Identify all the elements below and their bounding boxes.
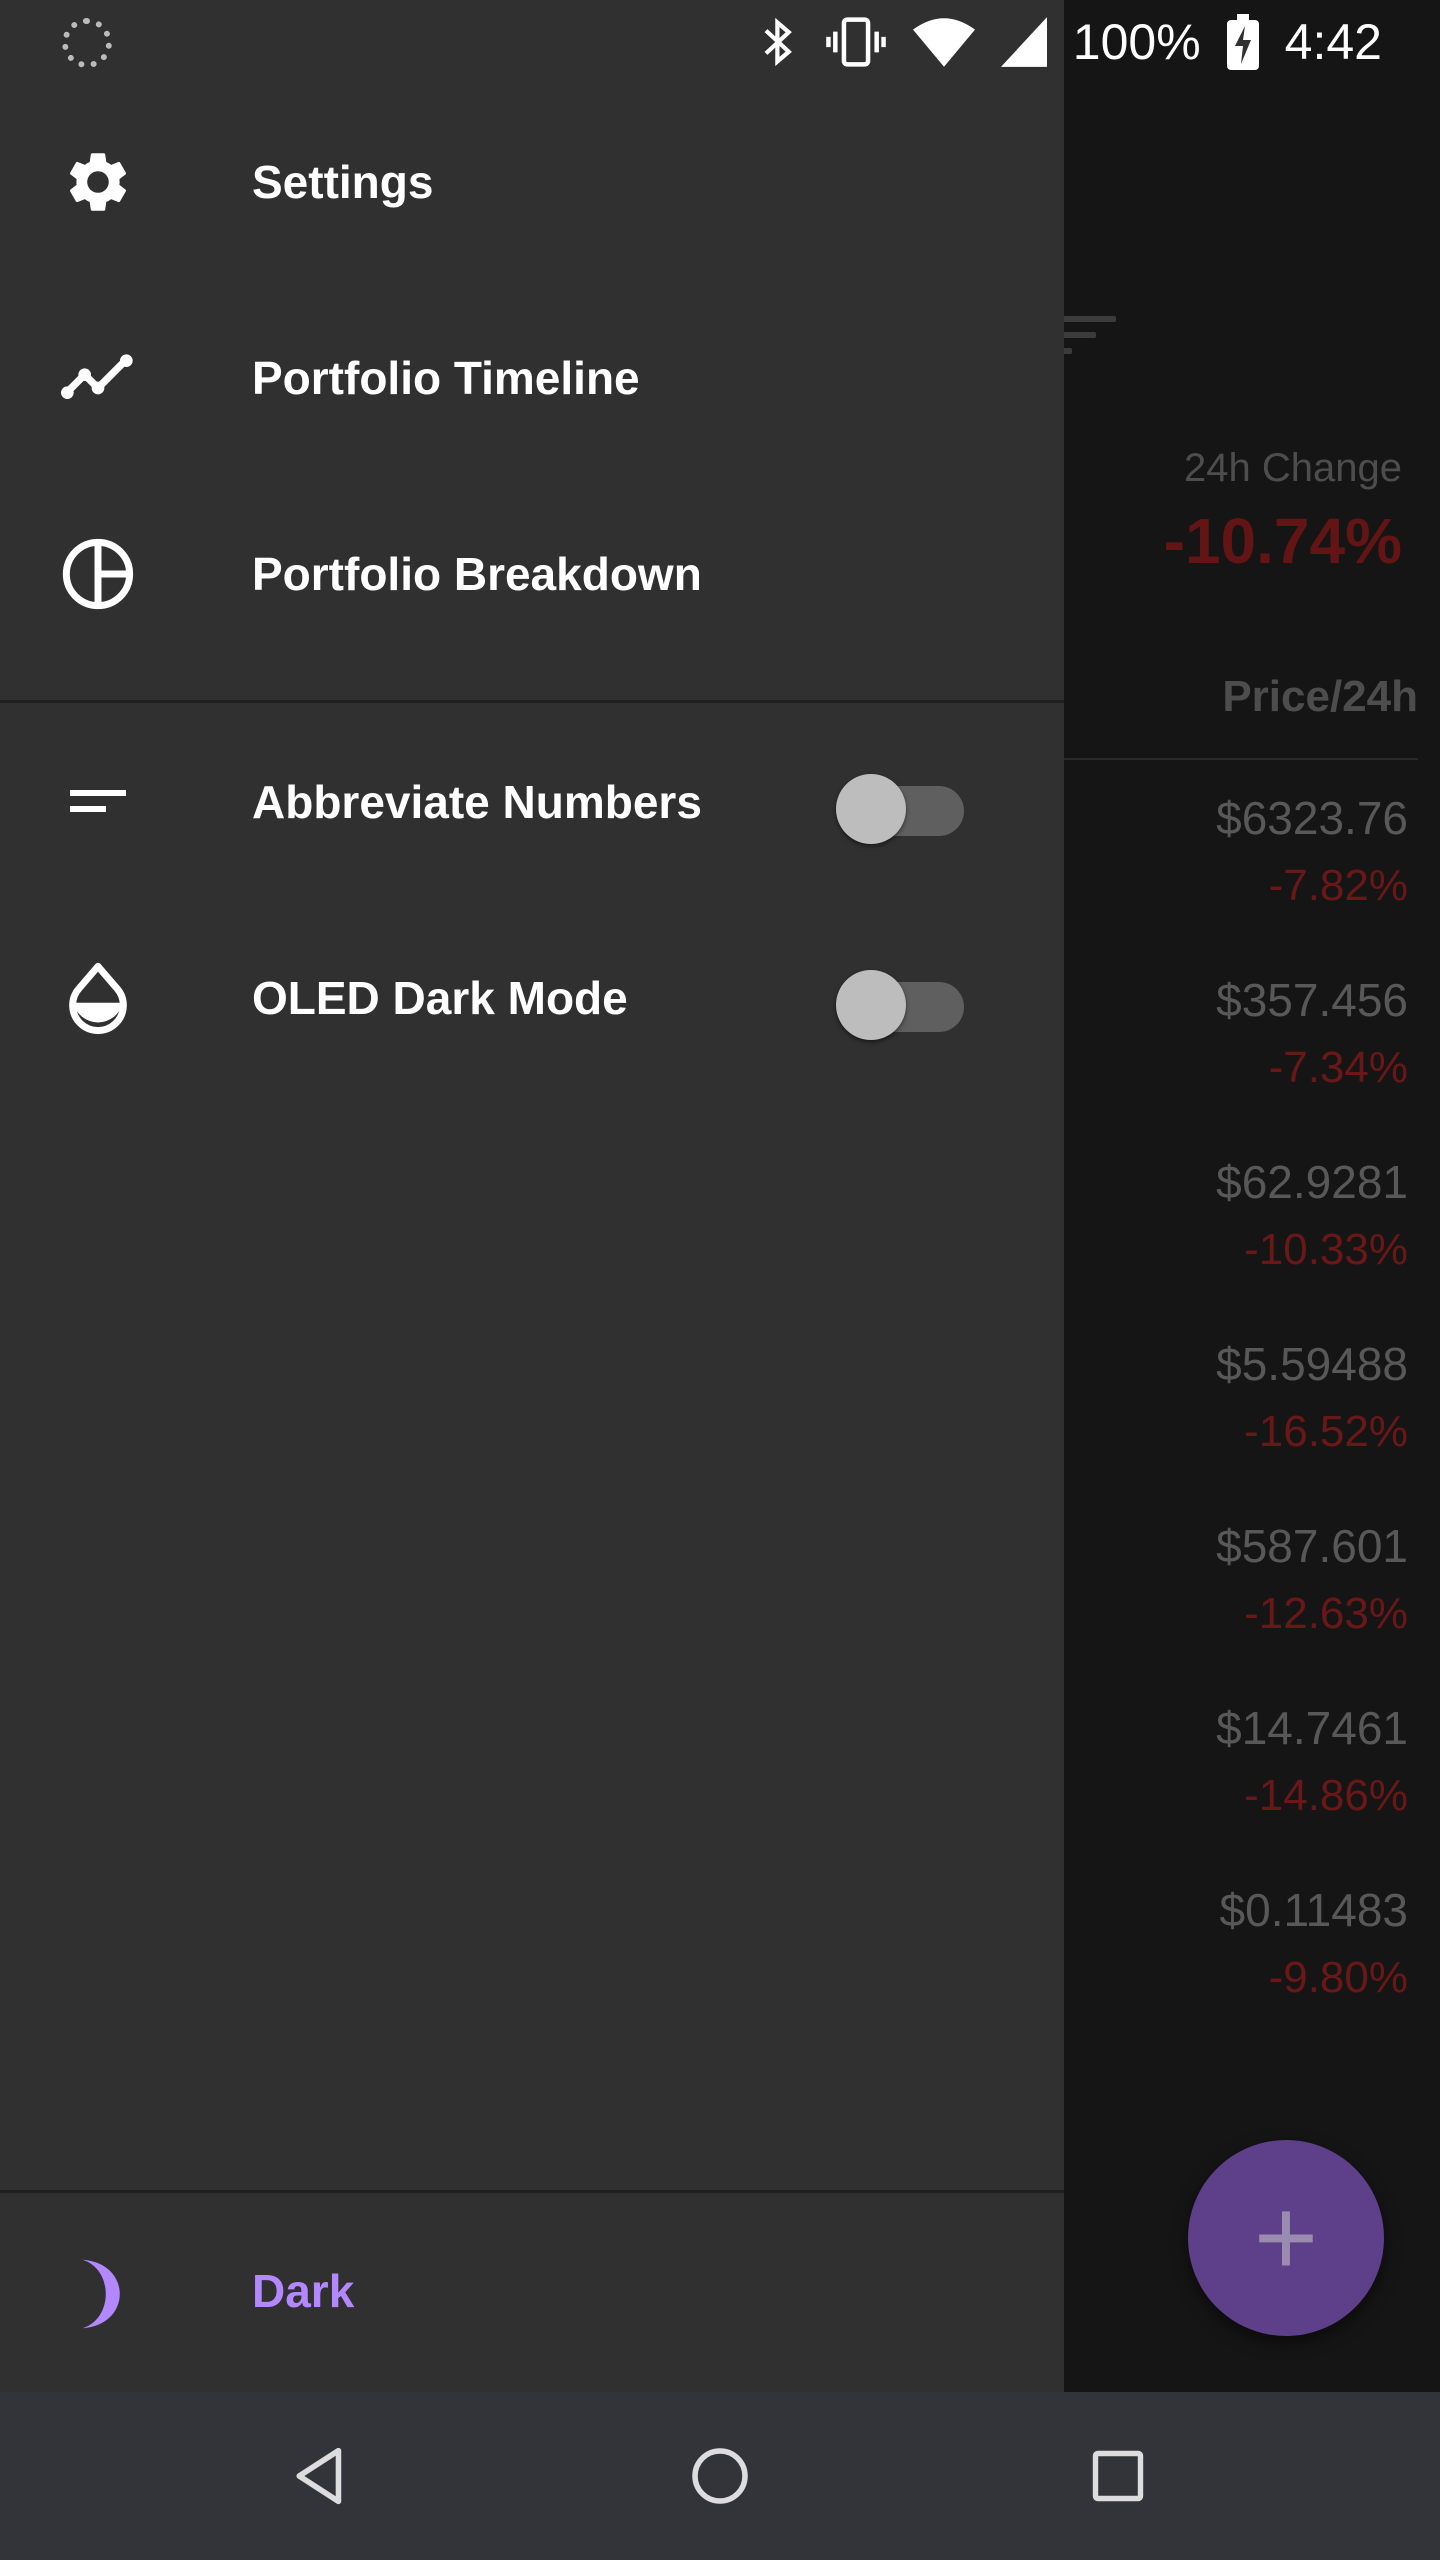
drawer-item-portfolio-breakdown[interactable]: Portfolio Breakdown [0,476,1064,672]
drawer-item-settings[interactable]: Settings [0,84,1064,280]
short-text-icon [58,762,138,842]
drawer-item-label: OLED Dark Mode [252,972,628,1024]
drawer-item-label: Settings [252,156,434,208]
wifi-icon [912,16,975,68]
gear-icon [58,142,138,222]
abbreviate-numbers-switch[interactable] [836,766,964,844]
drawer-item-label: Abbreviate Numbers [252,776,702,828]
switch-thumb [836,970,906,1040]
sync-icon [62,18,112,68]
battery-charging-icon [1226,14,1259,70]
recents-icon[interactable] [1078,2436,1158,2516]
drawer-item-oled-dark-mode[interactable]: OLED Dark Mode [0,900,1064,1096]
drawer-item-label: Portfolio Timeline [252,352,640,404]
theme-label: Dark [252,2265,355,2317]
back-icon[interactable] [280,2436,360,2516]
moon-icon [58,2254,138,2334]
bluetooth-icon [759,16,799,68]
switch-thumb [836,774,906,844]
theme-selector[interactable] [0,2196,1064,2392]
water-drop-icon [58,958,138,1038]
signal-icon [1000,16,1047,68]
pie-chart-icon [58,534,138,614]
navigation-drawer: Settings Portfolio Timeline Portfolio Br… [0,0,1064,2392]
drawer-divider [0,700,1064,703]
add-coin-button[interactable]: + [1188,2140,1384,2336]
vibrate-icon [825,16,887,68]
drawer-item-abbreviate-numbers[interactable]: Abbreviate Numbers [0,704,1064,900]
navigation-bar [0,2392,1440,2560]
battery-percentage: 100% [1072,14,1201,70]
home-icon[interactable] [680,2436,760,2516]
oled-dark-mode-switch[interactable] [836,962,964,1040]
plus-icon: + [1253,2176,1319,2299]
drawer-item-portfolio-timeline[interactable]: Portfolio Timeline [0,280,1064,476]
status-icons: 100% 4:42 [759,0,1382,84]
clock: 4:42 [1284,14,1382,70]
drawer-divider [0,2190,1064,2193]
timeline-icon [58,338,138,418]
status-bar: 100% 4:42 [0,0,1440,84]
drawer-item-label: Portfolio Breakdown [252,548,702,600]
